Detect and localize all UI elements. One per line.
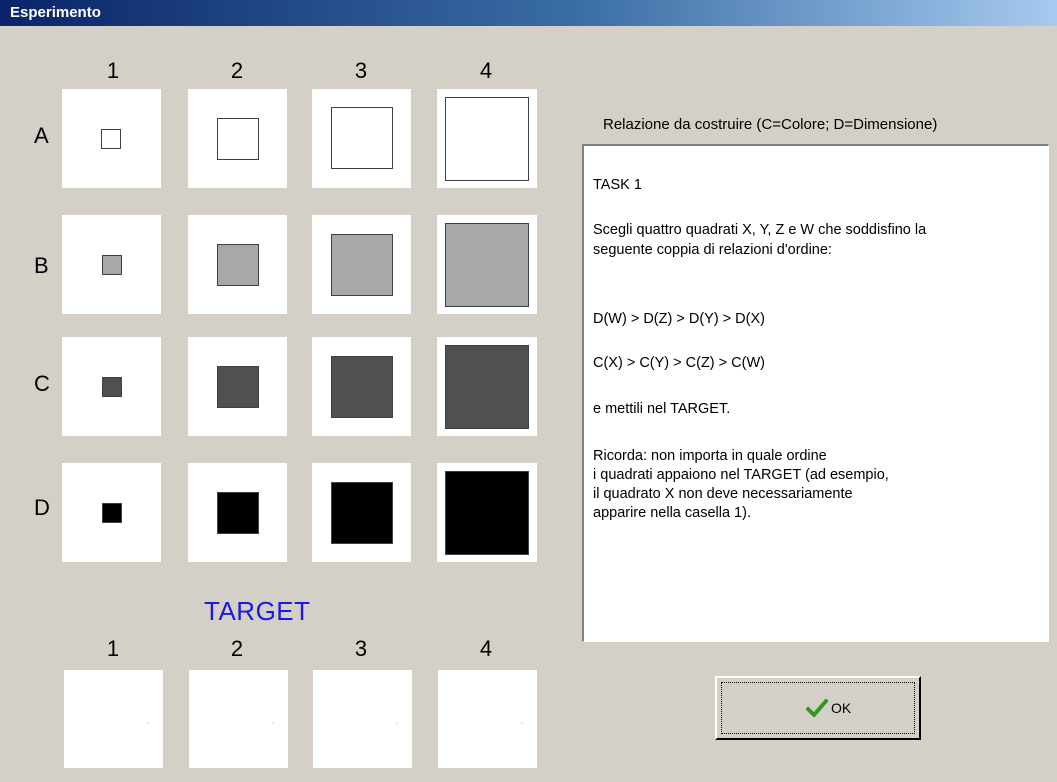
note-line-3: il quadrato X non deve necessariamente <box>593 486 853 502</box>
instruction-line-2: seguente coppia di relazioni d'ordine: <box>593 242 832 258</box>
relation-text-box: TASK 1 Scegli quattro quadrati X, Y, Z e… <box>582 144 1049 642</box>
ok-button-label: OK <box>831 700 852 716</box>
col-label-2: 2 <box>230 58 244 83</box>
square-b3-swatch <box>331 234 393 296</box>
square-a3[interactable] <box>312 89 411 188</box>
relation-heading: Relazione da costruire (C=Colore; D=Dime… <box>603 116 938 133</box>
square-d4-swatch <box>445 471 529 555</box>
square-b1[interactable] <box>62 215 161 314</box>
square-b2-swatch <box>217 244 259 286</box>
target-col-label-4: 4 <box>479 636 493 661</box>
target-col-label-3: 3 <box>354 636 368 661</box>
col-label-3: 3 <box>354 58 368 83</box>
square-d3-swatch <box>331 482 393 544</box>
target-col-label-1: 1 <box>106 636 120 661</box>
instruction-line-3: e mettili nel TARGET. <box>593 401 731 417</box>
task-title: TASK 1 <box>593 177 642 193</box>
square-a2[interactable] <box>188 89 287 188</box>
row-label-c: C <box>34 371 50 396</box>
square-b4[interactable] <box>437 215 537 314</box>
square-c4[interactable] <box>437 337 537 436</box>
dimension-relation: D(W) > D(Z) > D(Y) > D(X) <box>593 311 765 327</box>
window-title: Esperimento <box>10 4 101 21</box>
color-relation: C(X) > C(Y) > C(Z) > C(W) <box>593 355 765 371</box>
square-b2[interactable] <box>188 215 287 314</box>
row-label-b: B <box>34 253 49 278</box>
square-d1-swatch <box>102 503 122 523</box>
col-label-1: 1 <box>106 58 120 83</box>
checkmark-icon <box>806 699 828 717</box>
instruction-line-1: Scegli quattro quadrati X, Y, Z e W che … <box>593 222 927 238</box>
square-d2[interactable] <box>188 463 287 562</box>
square-a1-swatch <box>101 129 121 149</box>
square-a3-swatch <box>331 107 393 169</box>
target-title: TARGET <box>204 596 311 626</box>
square-b1-swatch <box>102 255 122 275</box>
square-d2-swatch <box>217 492 259 534</box>
square-c1-swatch <box>102 377 122 397</box>
note-line-4: apparire nella casella 1). <box>593 505 751 521</box>
square-a4[interactable] <box>437 89 537 188</box>
target-slot-1[interactable] <box>64 670 163 768</box>
square-a2-swatch <box>217 118 259 160</box>
note-line-1: Ricorda: non importa in quale ordine <box>593 448 827 464</box>
target-slot-4[interactable] <box>438 670 537 768</box>
square-b4-swatch <box>445 223 529 307</box>
col-label-4: 4 <box>479 58 493 83</box>
square-c1[interactable] <box>62 337 161 436</box>
row-label-a: A <box>34 123 49 148</box>
target-slot-3[interactable] <box>313 670 412 768</box>
square-c4-swatch <box>445 345 529 429</box>
square-c3[interactable] <box>312 337 411 436</box>
title-bar: Esperimento <box>0 0 1057 26</box>
square-c3-swatch <box>331 356 393 418</box>
square-b3[interactable] <box>312 215 411 314</box>
ok-button[interactable]: OK <box>715 676 921 740</box>
square-d4[interactable] <box>437 463 537 562</box>
row-label-d: D <box>34 495 50 520</box>
square-d1[interactable] <box>62 463 161 562</box>
target-slot-2[interactable] <box>189 670 288 768</box>
target-col-label-2: 2 <box>230 636 244 661</box>
square-c2[interactable] <box>188 337 287 436</box>
note-line-2: i quadrati appaiono nel TARGET (ad esemp… <box>593 467 889 483</box>
square-a4-swatch <box>445 97 529 181</box>
square-c2-swatch <box>217 366 259 408</box>
square-a1[interactable] <box>62 89 161 188</box>
square-d3[interactable] <box>312 463 411 562</box>
